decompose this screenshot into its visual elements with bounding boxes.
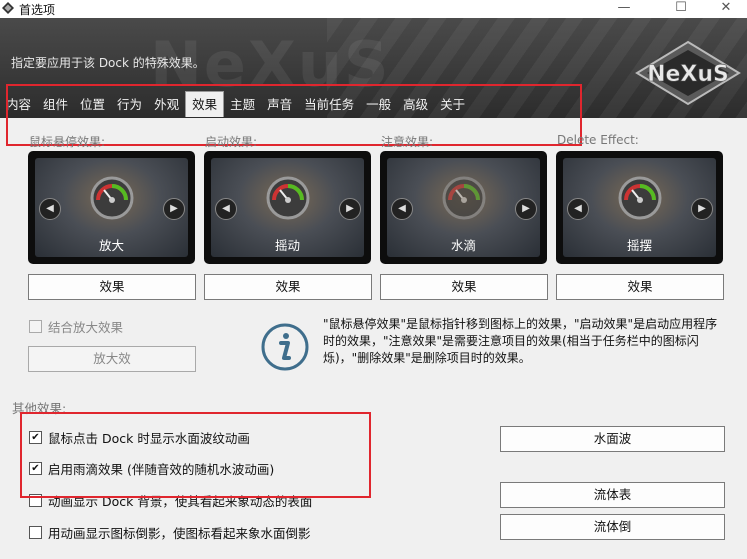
minimize-button[interactable]: — bbox=[604, 0, 644, 18]
delete-effect-preview: ◀ ▶ 摇摆 bbox=[556, 151, 723, 264]
arrow-right-icon[interactable]: ▶ bbox=[691, 198, 713, 220]
header-banner: NeXuS 指定要应用于该 Dock 的特殊效果。 NeXuS 内容 组件 位置… bbox=[0, 18, 747, 118]
highlight-box-checkboxes bbox=[20, 412, 371, 498]
gauge-icon bbox=[90, 176, 134, 220]
arrow-right-icon[interactable]: ▶ bbox=[163, 198, 185, 220]
delete-effect-label: Delete Effect: bbox=[557, 133, 639, 147]
zoom-effect-button[interactable]: 放大效 bbox=[28, 346, 196, 372]
tab-general[interactable]: 一般 bbox=[360, 94, 397, 116]
raindrop-label: 启用雨滴效果 (伴随音效的随机水波动画) bbox=[48, 462, 275, 477]
info-description: "鼠标悬停效果"是鼠标指针移到图标上的效果，"启动效果"是启动应用程序时的效果，… bbox=[323, 317, 718, 365]
raindrop-checkbox-box[interactable]: ✔ bbox=[29, 462, 42, 475]
attention-effect-button[interactable]: 效果 bbox=[380, 274, 548, 300]
tab-appearance[interactable]: 外观 bbox=[148, 94, 185, 116]
tab-themes[interactable]: 主题 bbox=[224, 94, 261, 116]
delete-effect-button[interactable]: 效果 bbox=[556, 274, 724, 300]
app-icon bbox=[2, 2, 14, 14]
tab-tasks[interactable]: 当前任务 bbox=[298, 94, 360, 116]
window-title: 首选项 bbox=[19, 3, 56, 17]
raindrop-checkbox[interactable]: ✔ 启用雨滴效果 (伴随音效的随机水波动画) bbox=[29, 459, 274, 478]
tab-bar: 内容 组件 位置 行为 外观 效果 主题 声音 当前任务 一般 高级 关于 bbox=[0, 91, 471, 118]
hover-effect-name: 放大 bbox=[98, 238, 124, 253]
info-icon bbox=[261, 323, 309, 371]
launch-effect-label: 启动效果: bbox=[205, 135, 258, 149]
attention-effect-preview: ◀ ▶ 水滴 bbox=[380, 151, 547, 264]
water-wave-button[interactable]: 水面波 bbox=[500, 426, 725, 452]
animate-reflection-checkbox-box[interactable] bbox=[29, 526, 42, 539]
tab-position[interactable]: 位置 bbox=[74, 94, 111, 116]
water-ripple-checkbox[interactable]: ✔ 鼠标点击 Dock 时显示水面波纹动画 bbox=[29, 428, 250, 447]
launch-effect-button[interactable]: 效果 bbox=[204, 274, 372, 300]
gauge-icon bbox=[442, 176, 486, 220]
combine-zoom-label: 结合放大效果 bbox=[48, 320, 124, 335]
page-description: 指定要应用于该 Dock 的特殊效果。 bbox=[11, 56, 205, 70]
arrow-right-icon[interactable]: ▶ bbox=[339, 198, 361, 220]
arrow-left-icon[interactable]: ◀ bbox=[39, 198, 61, 220]
tab-behavior[interactable]: 行为 bbox=[111, 94, 148, 116]
combine-zoom-checkbox-box[interactable] bbox=[29, 320, 42, 333]
close-button[interactable]: ✕ bbox=[706, 0, 746, 18]
arrow-right-icon[interactable]: ▶ bbox=[515, 198, 537, 220]
gauge-icon bbox=[618, 176, 662, 220]
attention-effect-label: 注意效果: bbox=[381, 135, 434, 149]
animate-background-checkbox[interactable]: 动画显示 Dock 背景，使其看起来象动态的表面 bbox=[29, 491, 312, 510]
tab-sounds[interactable]: 声音 bbox=[261, 94, 298, 116]
hover-effect-label: 鼠标悬停效果: bbox=[29, 135, 106, 149]
animate-reflection-checkbox[interactable]: 用动画显示图标倒影，使图标看起来象水面倒影 bbox=[29, 523, 311, 542]
tab-content[interactable]: 内容 bbox=[0, 94, 37, 116]
gauge-icon bbox=[266, 176, 310, 220]
combine-zoom-checkbox[interactable]: 结合放大效果 bbox=[29, 317, 123, 336]
fluid-reflection-button[interactable]: 流体倒 bbox=[500, 514, 725, 540]
hover-effect-preview: ◀ ▶ 放大 bbox=[28, 151, 195, 264]
tab-components[interactable]: 组件 bbox=[37, 94, 74, 116]
launch-effect-preview: ◀ ▶ 摇动 bbox=[204, 151, 371, 264]
logo-text: NeXuS bbox=[647, 62, 729, 87]
animate-reflection-label: 用动画显示图标倒影，使图标看起来象水面倒影 bbox=[48, 526, 311, 541]
maximize-button[interactable]: ☐ bbox=[661, 0, 701, 18]
attention-effect-name: 水滴 bbox=[450, 238, 476, 253]
fluid-surface-button[interactable]: 流体表 bbox=[500, 482, 725, 508]
animate-background-checkbox-box[interactable] bbox=[29, 494, 42, 507]
delete-effect-name: 摇摆 bbox=[626, 238, 652, 253]
tab-advanced[interactable]: 高级 bbox=[397, 94, 434, 116]
tab-about[interactable]: 关于 bbox=[434, 94, 471, 116]
animate-background-label: 动画显示 Dock 背景，使其看起来象动态的表面 bbox=[48, 494, 313, 509]
water-ripple-checkbox-box[interactable]: ✔ bbox=[29, 431, 42, 444]
title-bar: 首选项 — ☐ ✕ bbox=[0, 0, 747, 18]
arrow-left-icon[interactable]: ◀ bbox=[567, 198, 589, 220]
tab-effects[interactable]: 效果 bbox=[185, 91, 225, 117]
water-ripple-label: 鼠标点击 Dock 时显示水面波纹动画 bbox=[48, 431, 250, 446]
hover-effect-button[interactable]: 效果 bbox=[28, 274, 196, 300]
nexus-logo: NeXuS bbox=[635, 40, 741, 106]
arrow-left-icon[interactable]: ◀ bbox=[391, 198, 413, 220]
other-effects-label: 其他效果: bbox=[12, 401, 67, 416]
arrow-left-icon[interactable]: ◀ bbox=[215, 198, 237, 220]
launch-effect-name: 摇动 bbox=[274, 238, 300, 253]
